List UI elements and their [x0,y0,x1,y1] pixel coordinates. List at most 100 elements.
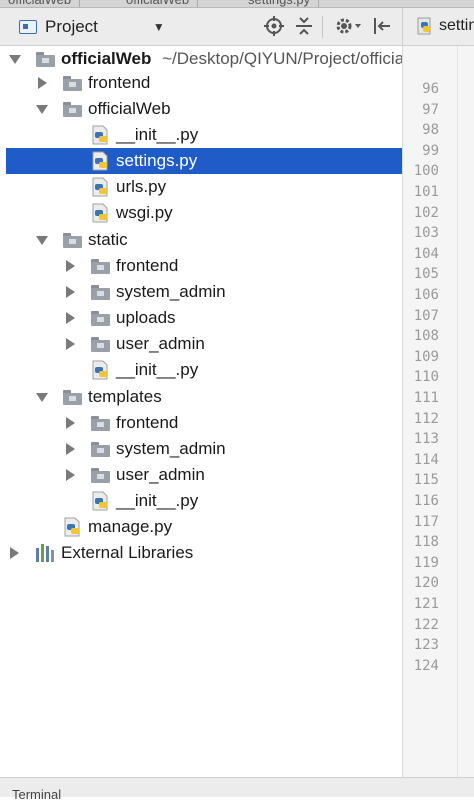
line-number: 100 [413,163,439,180]
terminal-tab[interactable]: Terminal [12,787,61,802]
tree-item-urls-py[interactable]: urls.py [0,174,402,200]
line-number: 122 [413,616,439,633]
editor-tab-label: settings.py [439,17,474,34]
folder-icon [91,416,110,431]
hide-panel-icon[interactable] [372,16,392,41]
line-number: 107 [413,307,439,324]
tree-item-label: External Libraries [61,543,194,562]
line-number: 105 [413,266,439,283]
python-file-icon [92,151,110,171]
line-number: 114 [413,451,439,468]
locate-crosshair-icon[interactable] [264,16,284,41]
python-file-icon [417,17,431,35]
collapse-all-icon[interactable] [295,16,313,41]
chevron-down-icon[interactable] [36,393,48,402]
tree-item-templates-system-admin[interactable]: system_admin [0,436,402,462]
line-number: 112 [413,410,439,427]
tree-item-templates[interactable]: templates [0,384,402,410]
tree-item-label: templates [88,387,162,406]
python-file-icon [92,203,110,223]
project-view-label[interactable]: Project [45,17,98,37]
chevron-down-icon[interactable] [36,236,48,245]
tree-item-static-system-admin[interactable]: system_admin [0,279,402,305]
line-number: 110 [413,369,439,386]
tree-item-external-libraries[interactable]: External Libraries [0,540,402,566]
line-number: 97 [422,101,439,118]
line-number: 103 [413,225,439,242]
caret-down-icon[interactable]: ▼ [153,20,165,34]
editor-tab-strip: officialWeb officialWeb settings.py [0,0,474,8]
python-file-icon [92,491,110,511]
folder-icon [91,468,110,483]
line-number: 113 [413,431,439,448]
tree-item-label: __init__.py [116,491,199,510]
tree-item-label: settings.py [116,151,198,170]
tree-item-label: urls.py [116,177,167,196]
tree-item-static-uploads[interactable]: uploads [0,305,402,331]
tree-item-init-py[interactable]: __init__.py [0,122,402,148]
tree-item-officialweb-root[interactable]: officialWeb ~/Desktop/QIYUN/Project/offi… [0,46,402,72]
chevron-down-icon[interactable] [9,55,21,64]
line-number: 116 [413,493,439,509]
editor-gutter: 96 97 98 99 100 101 102 103 104 105 106 107 108 109 11… [402,46,474,777]
folder-icon [36,52,55,67]
chevron-right-icon[interactable] [66,443,75,455]
tree-item-settings-py[interactable]: settings.py [6,148,402,174]
editor-tab-officialweb-2[interactable]: officialWeb [118,0,199,7]
line-number: 104 [413,245,439,262]
tree-item-label: frontend [116,413,179,432]
tree-item-wsgi-py[interactable]: wsgi.py [0,200,402,226]
folder-icon [91,337,110,352]
line-number: 96 [422,81,439,97]
tree-item-static-init-py[interactable]: __init__.py [0,357,402,383]
line-number: 121 [413,596,439,612]
python-file-icon [92,125,110,145]
libraries-icon [36,544,56,562]
project-tree: officialWeb ~/Desktop/QIYUN/Project/offi… [0,46,402,786]
tree-item-static-user-admin[interactable]: user_admin [0,331,402,357]
tree-item-manage-py[interactable]: manage.py [0,514,402,540]
editor-tab-active[interactable]: settings.py [417,17,474,35]
folder-icon [91,311,110,326]
chevron-down-icon[interactable] [36,105,48,114]
chevron-right-icon[interactable] [66,338,75,350]
line-number: 119 [413,554,439,571]
tree-item-label: officialWeb [61,49,152,68]
editor-tab-officialweb-1[interactable]: officialWeb [0,0,81,7]
editor-tab-settings[interactable]: settings.py [240,0,320,7]
tree-item-templates-user-admin[interactable]: user_admin [0,462,402,488]
bottom-tool-bar: Terminal [0,777,474,802]
line-number: 123 [413,637,439,654]
tree-item-static[interactable]: static [0,227,402,253]
line-number: 109 [413,348,439,365]
python-file-icon [92,177,110,197]
line-number: 118 [413,534,439,551]
python-file-icon [92,360,110,380]
folder-icon [91,442,110,457]
tree-item-path: ~/Desktop/QIYUN/Project/officialWeb [162,49,402,68]
tree-item-label: user_admin [116,465,205,484]
chevron-right-icon[interactable] [66,469,75,481]
chevron-right-icon[interactable] [66,417,75,429]
folder-icon [63,390,82,405]
tree-item-templates-init-py[interactable]: __init__.py [0,488,402,514]
tree-item-label: officialWeb [88,99,171,118]
chevron-right-icon[interactable] [66,286,75,298]
line-number: 98 [422,122,439,139]
tree-item-officialweb[interactable]: officialWeb [0,96,402,122]
line-number: 99 [422,142,439,159]
tree-item-frontend[interactable]: frontend [0,70,402,96]
tree-item-static-frontend[interactable]: frontend [0,253,402,279]
chevron-right-icon[interactable] [38,77,47,89]
line-number: 117 [413,513,439,530]
chevron-right-icon[interactable] [66,260,75,272]
gear-icon[interactable] [335,16,361,41]
tree-item-templates-frontend[interactable]: frontend [0,410,402,436]
tree-item-label: system_admin [116,282,226,301]
project-toolbar: Project ▼ [0,8,402,46]
line-number: 120 [413,575,439,592]
tree-item-label: manage.py [88,517,173,536]
chevron-right-icon[interactable] [10,547,19,559]
folder-icon [91,285,110,300]
chevron-right-icon[interactable] [66,312,75,324]
